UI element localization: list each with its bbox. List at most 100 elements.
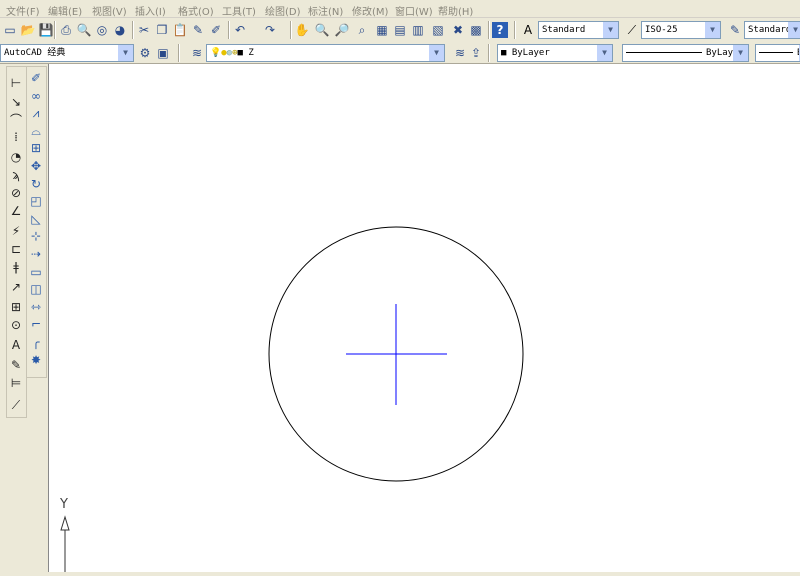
pan-icon[interactable]: ✋ bbox=[294, 22, 310, 38]
chevron-down-icon[interactable]: ▼ bbox=[705, 22, 720, 38]
ordinate-icon[interactable]: ⁞ bbox=[8, 129, 24, 145]
join-icon[interactable]: ⇿ bbox=[28, 299, 44, 315]
menu-item[interactable]: 窗口(W) bbox=[395, 3, 433, 18]
menu-item[interactable]: 标注(N) bbox=[308, 3, 343, 18]
redo-icon[interactable]: ↷ bbox=[262, 22, 278, 38]
layer-properties-icon[interactable]: ≋ bbox=[189, 45, 205, 61]
trim-icon[interactable]: ⊹ bbox=[28, 228, 44, 244]
workspace-dropdown[interactable]: AutoCAD 经典 ▼ bbox=[0, 44, 134, 62]
separator bbox=[54, 21, 56, 39]
layer-dropdown[interactable]: 💡●◍⊕■ Z ▼ bbox=[206, 44, 445, 62]
diameter-icon[interactable]: ⊘ bbox=[8, 185, 24, 201]
menu-item[interactable]: 修改(M) bbox=[352, 3, 388, 18]
publish-icon[interactable]: ◎ bbox=[94, 22, 110, 38]
continue-icon[interactable]: ǂ bbox=[8, 259, 24, 275]
chevron-down-icon[interactable]: ▼ bbox=[118, 45, 133, 61]
move-icon[interactable]: ✥ bbox=[28, 158, 44, 174]
scale-icon[interactable]: ◰ bbox=[28, 193, 44, 209]
erase-icon[interactable]: ✐ bbox=[28, 70, 44, 86]
offset-icon[interactable]: ⌓ bbox=[28, 123, 44, 139]
baseline-icon[interactable]: ⊏ bbox=[8, 241, 24, 257]
rotate-icon[interactable]: ↻ bbox=[28, 176, 44, 192]
chevron-down-icon[interactable]: ▼ bbox=[597, 45, 612, 61]
menu-item[interactable]: 文件(F) bbox=[6, 3, 40, 18]
tool-palettes-icon[interactable]: ▥ bbox=[410, 22, 426, 38]
table-style-dropdown[interactable]: Standard ▼ bbox=[744, 21, 800, 39]
chevron-down-icon[interactable]: ▼ bbox=[603, 22, 618, 38]
drawing-canvas[interactable]: Y bbox=[48, 64, 800, 572]
fillet-icon[interactable]: ╭ bbox=[28, 334, 44, 350]
radius-icon[interactable]: ◔ bbox=[8, 149, 24, 165]
menu-item[interactable]: 帮助(H) bbox=[438, 3, 473, 18]
tolerance-icon[interactable]: ⊞ bbox=[8, 299, 24, 315]
extend-icon[interactable]: ⇢ bbox=[28, 246, 44, 262]
block-editor-icon[interactable]: ✐ bbox=[208, 22, 224, 38]
dim-style-dropdown[interactable]: ISO-25 ▼ bbox=[641, 21, 721, 39]
stretch-icon[interactable]: ◺ bbox=[28, 211, 44, 227]
jogged-icon[interactable]: ϡ bbox=[8, 167, 24, 183]
calculator-icon[interactable]: ▩ bbox=[468, 22, 484, 38]
workspace-settings-icon[interactable]: ⚙ bbox=[137, 45, 153, 61]
zoom-window-icon[interactable]: 🔎 bbox=[334, 22, 350, 38]
menu-item[interactable]: 编辑(E) bbox=[48, 3, 82, 18]
dim-edit-icon[interactable]: A bbox=[8, 337, 24, 353]
quick-leader-icon[interactable]: ↗ bbox=[8, 279, 24, 295]
break-at-point-icon[interactable]: ▭ bbox=[28, 264, 44, 280]
lineweight-dropdown[interactable]: ByLayer▼ bbox=[755, 44, 800, 62]
text-style-dropdown-value: Standard bbox=[542, 25, 586, 35]
text-style-dropdown[interactable]: Standard ▼ bbox=[538, 21, 619, 39]
3d-dwf-icon[interactable]: ◕ bbox=[112, 22, 128, 38]
sheet-set-icon[interactable]: ▧ bbox=[430, 22, 446, 38]
layer-previous-icon[interactable]: ≋ bbox=[452, 45, 468, 61]
copy-icon[interactable]: ❐ bbox=[154, 22, 170, 38]
menu-item[interactable]: 格式(O) bbox=[178, 3, 214, 18]
zoom-realtime-icon[interactable]: 🔍 bbox=[314, 22, 330, 38]
linear-dim-icon[interactable]: ⊢ bbox=[8, 75, 24, 91]
angular-icon[interactable]: ∠ bbox=[8, 203, 24, 219]
menu-item[interactable]: 插入(I) bbox=[135, 3, 166, 18]
plot-icon[interactable]: ⎙ bbox=[58, 22, 74, 38]
menu-item[interactable]: 工具(T) bbox=[222, 3, 256, 18]
chevron-down-icon[interactable]: ▼ bbox=[733, 45, 748, 61]
menu-item[interactable]: 视图(V) bbox=[92, 3, 127, 18]
help-icon[interactable]: ? bbox=[492, 22, 508, 38]
chevron-down-icon[interactable]: ▼ bbox=[429, 45, 444, 61]
open-icon[interactable]: 📂 bbox=[20, 22, 36, 38]
explode-icon[interactable]: ✸ bbox=[28, 352, 44, 368]
array-icon[interactable]: ⊞ bbox=[28, 140, 44, 156]
aligned-dim-icon[interactable]: ↘ bbox=[8, 94, 24, 110]
copy-object-icon[interactable]: ∞ bbox=[28, 88, 44, 104]
workspace-lock-icon[interactable]: ▣ bbox=[155, 45, 171, 61]
dim-style-dropdown-value: ISO-25 bbox=[645, 25, 678, 35]
center-mark-icon[interactable]: ⊙ bbox=[8, 317, 24, 333]
separator bbox=[290, 21, 292, 39]
arc-length-icon[interactable]: ⌒ bbox=[8, 112, 24, 128]
linetype-dropdown[interactable]: ByLayer ▼ bbox=[622, 44, 749, 62]
dim-text-edit-icon[interactable]: ✎ bbox=[8, 357, 24, 373]
properties-icon[interactable]: ▦ bbox=[374, 22, 390, 38]
design-center-icon[interactable]: ▤ bbox=[392, 22, 408, 38]
dim-style-icon[interactable]: ⟋ bbox=[8, 397, 24, 413]
plot-preview-icon[interactable]: 🔍 bbox=[76, 22, 92, 38]
menu-item[interactable]: 绘图(D) bbox=[265, 3, 301, 18]
mirror-icon[interactable]: ⩘ bbox=[28, 105, 44, 121]
break-icon[interactable]: ◫ bbox=[28, 281, 44, 297]
chamfer-icon[interactable]: ⌐ bbox=[28, 316, 44, 332]
dim-style-icon[interactable]: ⟋ bbox=[624, 22, 640, 38]
color-dropdown[interactable]: ■ ByLayer ▼ bbox=[497, 44, 613, 62]
zoom-previous-icon[interactable]: ⌕ bbox=[354, 22, 370, 38]
text-style-icon[interactable]: A bbox=[520, 22, 536, 38]
dim-update-icon[interactable]: ⊨ bbox=[8, 375, 24, 391]
save-icon[interactable]: 💾 bbox=[38, 22, 54, 38]
cut-icon[interactable]: ✂ bbox=[136, 22, 152, 38]
undo-icon[interactable]: ↶ bbox=[232, 22, 248, 38]
match-properties-icon[interactable]: ✎ bbox=[190, 22, 206, 38]
markup-icon[interactable]: ✖ bbox=[450, 22, 466, 38]
chevron-down-icon[interactable]: ▼ bbox=[788, 22, 800, 38]
layer-match-icon[interactable]: ⇪ bbox=[468, 45, 484, 61]
quick-dim-icon[interactable]: ⚡ bbox=[8, 223, 24, 239]
paste-icon[interactable]: 📋 bbox=[172, 22, 188, 38]
layers-toolbar: AutoCAD 经典 ▼ ⚙ ▣ ≋ ≋ ⇪ 💡●◍⊕■ Z ▼ ■ ByLayer ▼ ByLaye… bbox=[0, 42, 800, 64]
table-style-icon[interactable]: ✎ bbox=[727, 22, 743, 38]
new-icon[interactable]: ▭ bbox=[2, 22, 18, 38]
